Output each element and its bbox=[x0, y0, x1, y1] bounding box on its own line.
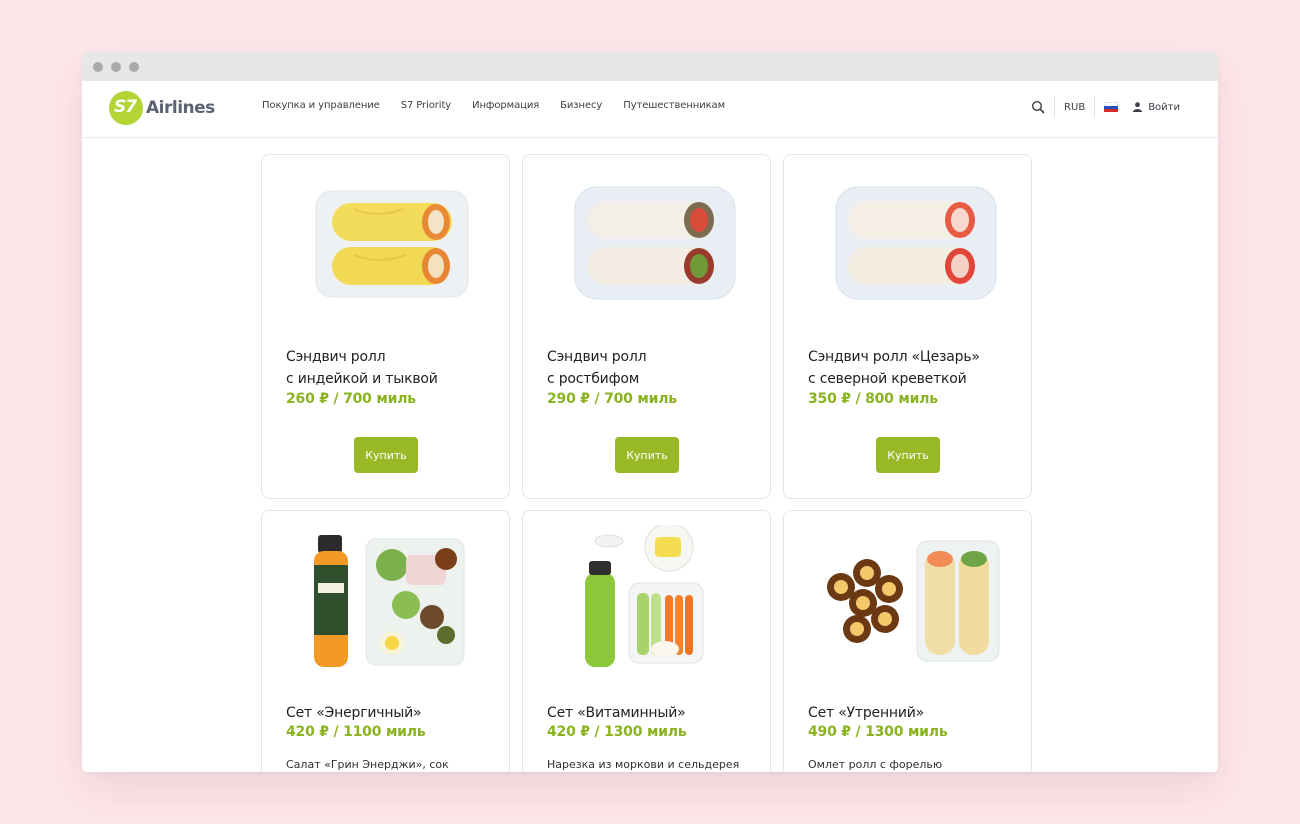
user-icon bbox=[1133, 102, 1143, 112]
product-image bbox=[262, 169, 509, 319]
product-title: Сэндвич ролл «Цезарь» с северной креветк… bbox=[808, 349, 980, 387]
s7-logo[interactable]: S7 Airlines bbox=[109, 91, 215, 125]
product-image bbox=[523, 525, 770, 675]
product-description: Омлет ролл с форелью bbox=[808, 758, 943, 771]
product-title: Сет «Энергичный» bbox=[286, 705, 422, 721]
product-title: Сет «Витаминный» bbox=[547, 705, 686, 721]
product-price: 350 ₽ / 800 миль bbox=[808, 391, 938, 407]
nav-item-priority[interactable]: S7 Priority bbox=[401, 100, 451, 111]
search-icon[interactable] bbox=[1031, 100, 1045, 114]
main-nav: Покупка и управление S7 Priority Информа… bbox=[262, 100, 725, 111]
s7-logo-mark: S7 bbox=[109, 91, 143, 125]
product-image bbox=[784, 169, 1031, 319]
nav-item-business[interactable]: Бизнесу bbox=[560, 100, 602, 111]
nav-item-purchase[interactable]: Покупка и управление bbox=[262, 100, 380, 111]
russian-flag-icon[interactable] bbox=[1104, 102, 1119, 112]
product-title: Сет «Утренний» bbox=[808, 705, 925, 721]
nav-item-info[interactable]: Информация bbox=[472, 100, 539, 111]
window-dot-icon bbox=[93, 62, 103, 72]
product-card: Сет «Энергичный» 420 ₽ / 1100 миль Салат… bbox=[261, 510, 510, 772]
product-card: Сэндвич ролл «Цезарь» с северной креветк… bbox=[783, 154, 1032, 499]
product-card: Сэндвич ролл с ростбифом 290 ₽ / 700 мил… bbox=[522, 154, 771, 499]
window-dot-icon bbox=[129, 62, 139, 72]
nav-item-travelers[interactable]: Путешественникам bbox=[623, 100, 725, 111]
currency-selector[interactable]: RUB bbox=[1064, 102, 1085, 113]
product-price: 490 ₽ / 1300 миль bbox=[808, 724, 948, 740]
product-card: Сэндвич ролл с индейкой и тыквой 260 ₽ /… bbox=[261, 154, 510, 499]
product-image bbox=[262, 525, 509, 675]
site-header: S7 Airlines Покупка и управление S7 Prio… bbox=[82, 81, 1218, 138]
product-price: 420 ₽ / 1300 миль bbox=[547, 724, 687, 740]
buy-button[interactable]: Купить bbox=[354, 437, 418, 473]
product-image bbox=[784, 525, 1031, 675]
product-image bbox=[523, 169, 770, 319]
product-card: Сет «Утренний» 490 ₽ / 1300 миль Омлет р… bbox=[783, 510, 1032, 772]
product-description: Нарезка из моркови и сельдерея bbox=[547, 758, 740, 771]
product-title: Сэндвич ролл с ростбифом bbox=[547, 349, 647, 387]
buy-button[interactable]: Купить bbox=[876, 437, 940, 473]
product-price: 290 ₽ / 700 миль bbox=[547, 391, 677, 407]
divider bbox=[1094, 96, 1096, 118]
window-dot-icon bbox=[111, 62, 121, 72]
login-label: Войти bbox=[1148, 101, 1180, 113]
buy-button[interactable]: Купить bbox=[615, 437, 679, 473]
product-price: 420 ₽ / 1100 миль bbox=[286, 724, 426, 740]
divider bbox=[1054, 96, 1056, 118]
product-card: Сет «Витаминный» 420 ₽ / 1300 миль Нарез… bbox=[522, 510, 771, 772]
browser-window: S7 Airlines Покупка и управление S7 Prio… bbox=[82, 52, 1218, 772]
header-actions: RUB Войти bbox=[1031, 95, 1180, 119]
product-description: Салат «Грин Энерджи», сок bbox=[286, 758, 449, 771]
logo-text: Airlines bbox=[146, 98, 215, 118]
logo-mark-text: S7 bbox=[114, 97, 137, 117]
browser-titlebar bbox=[82, 52, 1218, 81]
product-price: 260 ₽ / 700 миль bbox=[286, 391, 416, 407]
login-button[interactable]: Войти bbox=[1133, 102, 1180, 113]
product-title: Сэндвич ролл с индейкой и тыквой bbox=[286, 349, 438, 387]
